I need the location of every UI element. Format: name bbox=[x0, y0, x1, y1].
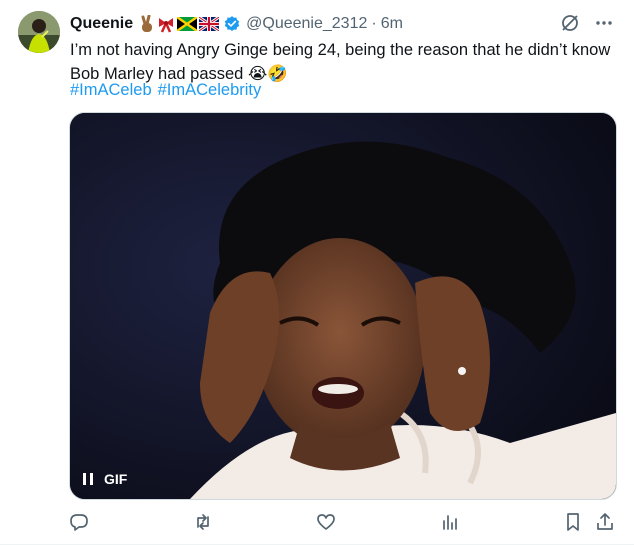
separator-dot: · bbox=[371, 15, 377, 32]
share-icon[interactable] bbox=[595, 512, 615, 532]
tweet-header: Queenie @Queenie_2312 · 6m bbox=[70, 13, 614, 35]
gif-badge: GIF bbox=[104, 471, 128, 487]
retweet-icon[interactable] bbox=[193, 512, 213, 532]
victory-hand-icon bbox=[141, 15, 153, 32]
pause-icon[interactable] bbox=[82, 472, 94, 486]
handle[interactable]: @Queenie_2312 bbox=[246, 15, 367, 33]
display-name[interactable]: Queenie bbox=[70, 15, 133, 33]
gif-controls: GIF bbox=[82, 471, 127, 487]
gif-media[interactable]: GIF bbox=[69, 112, 617, 500]
views-icon[interactable] bbox=[440, 512, 460, 532]
reply-icon[interactable] bbox=[69, 512, 89, 532]
grok-icon[interactable] bbox=[560, 13, 580, 33]
avatar[interactable] bbox=[18, 11, 60, 53]
like-icon[interactable] bbox=[316, 512, 336, 532]
timestamp[interactable]: 6m bbox=[381, 15, 403, 33]
tweet-actions bbox=[69, 512, 615, 532]
ribbon-icon bbox=[159, 18, 174, 33]
name-emojis bbox=[139, 15, 220, 33]
uk-flag-icon bbox=[199, 17, 220, 31]
hashtag-link[interactable]: #ImACelebrity bbox=[158, 81, 262, 99]
hashtags: #ImACeleb #ImACelebrity bbox=[70, 79, 267, 101]
verified-badge-icon bbox=[224, 16, 240, 32]
bookmark-icon[interactable] bbox=[563, 512, 583, 532]
hashtag-link[interactable]: #ImACeleb bbox=[70, 81, 152, 99]
gif-frame-image bbox=[70, 113, 616, 499]
jamaica-flag-icon bbox=[177, 17, 198, 31]
more-options-icon[interactable] bbox=[594, 13, 614, 33]
tweet[interactable]: Queenie @Queenie_2312 · 6m I’m not havin… bbox=[0, 0, 634, 545]
